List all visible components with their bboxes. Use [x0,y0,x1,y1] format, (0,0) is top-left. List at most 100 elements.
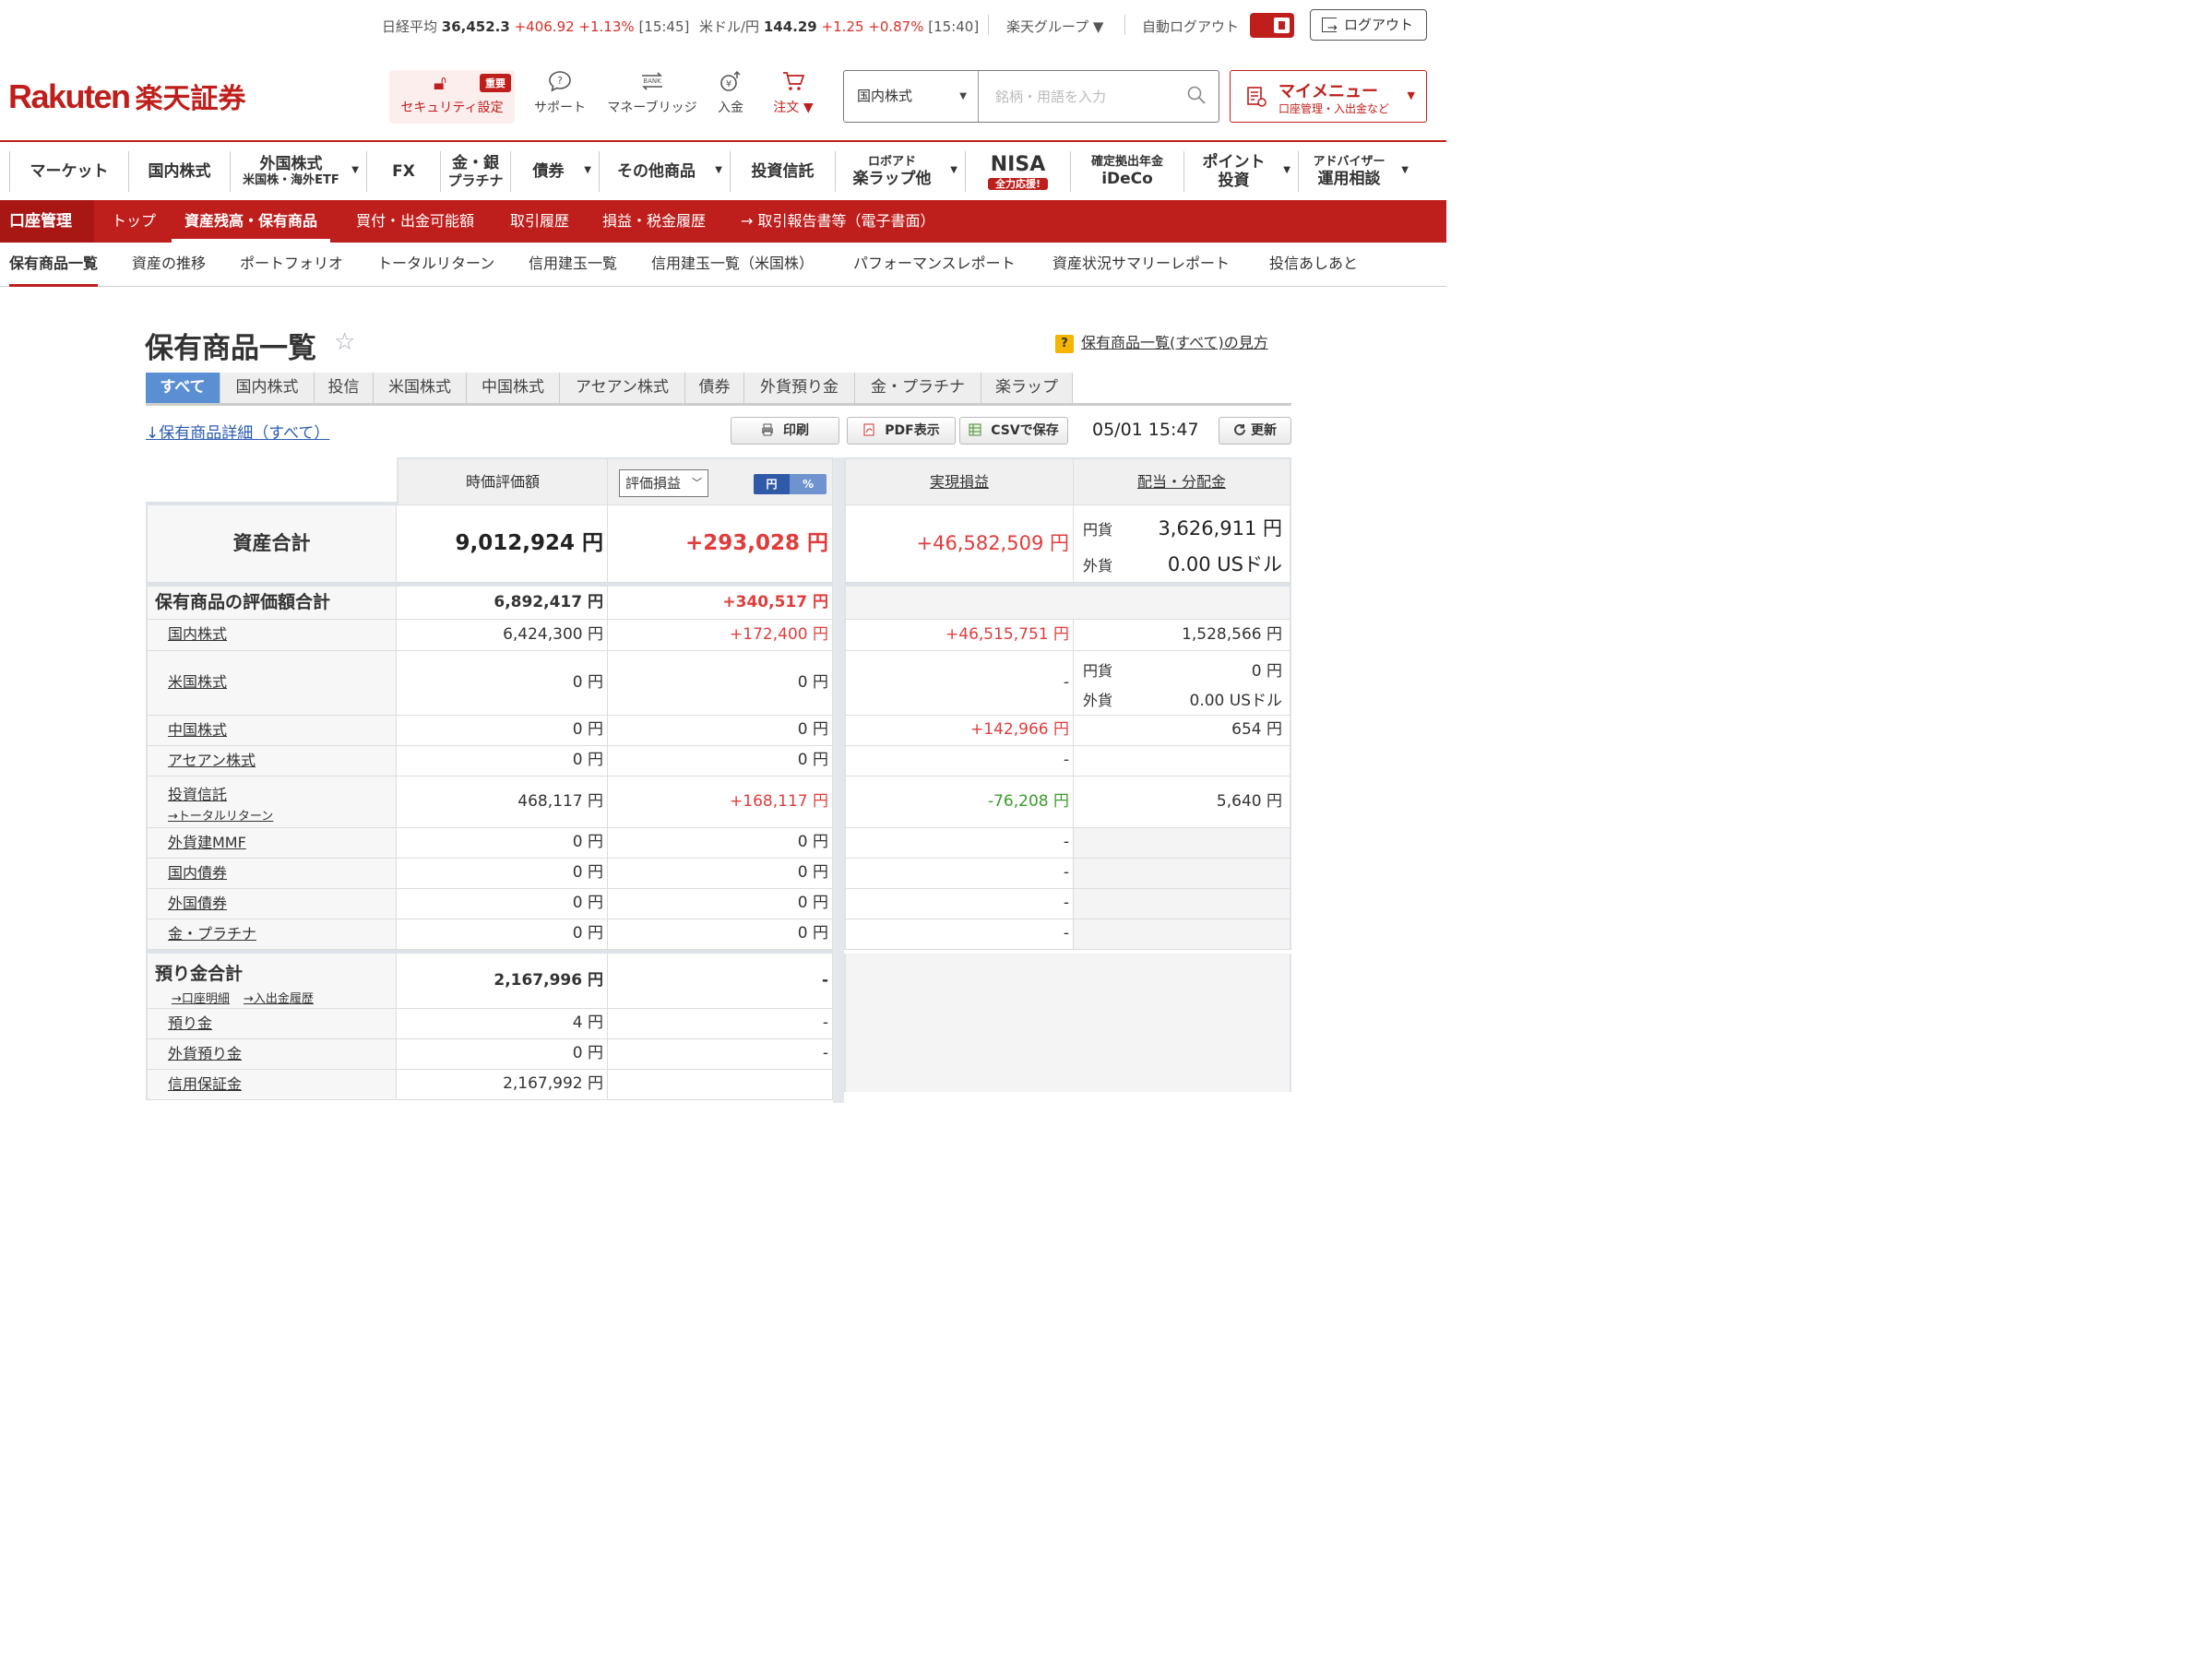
sub-tabs: 保有商品一覧 資産の推移 ポートフォリオ トータルリターン 信用建玉一覧 信用建… [0,243,1446,287]
dividend-header-link[interactable]: 配当・分配金 [1137,473,1226,491]
nav-point-investment[interactable]: ポイント 投資 ▼ [1183,151,1298,192]
total-unrealized: +293,028 円 [608,505,833,583]
tab-portfolio[interactable]: ポートフォリオ [240,243,343,287]
tab-fund-footprint[interactable]: 投信あしあと [1269,243,1358,287]
print-button[interactable]: 印刷 [731,417,839,445]
chat-help-icon: ? [528,70,592,98]
rakuten-group-menu[interactable]: 楽天グループ ▼ [1006,17,1103,36]
tab-margin-positions-us[interactable]: 信用建玉一覧（米国株） [651,243,814,287]
help-link[interactable]: ? 保有商品一覧(すべて)の見方 [1055,330,1268,353]
nav-robo-advisor[interactable]: ロボアド 楽ラップ他 ▼ [835,151,965,192]
my-menu-button[interactable]: マイメニュー 口座管理・入出金など ▼ [1230,70,1427,123]
main-navigation: マーケット 国内株式 外国株式 米国株・海外ETF ▼ FX 金・銀 プラチナ 債券 ▼… [0,140,1446,200]
favorite-star-icon[interactable]: ☆ [334,328,355,356]
nav-bonds[interactable]: 債券 ▼ [510,151,599,192]
pdf-button[interactable]: PDF表示 [847,417,956,445]
nav-nisa[interactable]: NISA 全力応援! [965,151,1070,192]
cat-tab-domestic[interactable]: 国内株式 [220,373,315,403]
cat-tab-china[interactable]: 中国株式 [467,373,560,403]
toggle-yen[interactable]: 円 [754,474,790,494]
china-unrealized: 0 円 [608,716,833,746]
cat-tab-rakuwrap[interactable]: 楽ラップ [981,373,1073,403]
redbar-trade-history[interactable]: 取引履歴 [510,200,569,243]
total-value: 9,012,924 円 [397,505,608,583]
nav-other-products[interactable]: その他商品 ▼ [599,151,730,192]
row-china-link[interactable]: 中国株式 [168,721,227,739]
tab-performance-report[interactable]: パフォーマンスレポート [853,243,1016,287]
nav-gold-silver[interactable]: 金・銀 プラチナ [440,151,510,192]
nav-domestic-stocks[interactable]: 国内株式 [128,151,230,192]
fund-total-return-link[interactable]: →トータルリターン [168,806,273,824]
nav-market[interactable]: マーケット [9,151,128,192]
foreign-bond-value: 0 円 [397,889,608,919]
us-dividend: 円貨 0 円 外貨 0.00 USドル [1074,651,1291,716]
moneybridge-button[interactable]: BANK マネーブリッジ [603,70,701,124]
asean-unrealized: 0 円 [608,746,833,777]
bank-transfer-icon: BANK [603,70,701,98]
svg-text:BANK: BANK [643,77,661,85]
row-fxmmf-link[interactable]: 外貨建MMF [168,834,246,851]
cat-tab-fx-deposit[interactable]: 外貨預り金 [744,373,855,403]
nav-investment-trust[interactable]: 投資信託 [730,151,835,192]
search-input[interactable] [981,73,1174,120]
holdings-detail-link[interactable]: ↓保有商品詳細（すべて） [146,420,329,443]
deposit-total-unrealized: - [608,954,833,1009]
nav-fx[interactable]: FX [366,151,440,192]
order-menu-button[interactable]: 注文 ▼ [766,70,821,124]
realized-pl-header-link[interactable]: 実現損益 [930,473,989,491]
row-us-link[interactable]: 米国株式 [168,673,227,691]
market-ticker-bar: 日経平均 36,452.3 +406.92 +1.13% [15:45] 米ドル… [0,0,1446,52]
auto-logout-label: 自動ログアウト [1142,18,1240,35]
auto-logout-toggle[interactable] [1250,13,1294,38]
tab-asset-history[interactable]: 資産の推移 [132,243,206,287]
tab-total-return[interactable]: トータルリターン [377,243,494,287]
redbar-trade-reports[interactable]: → 取引報告書等（電子書面） [741,200,935,243]
logout-button[interactable]: ログアウト [1310,9,1427,43]
cat-tab-bonds[interactable]: 債券 [685,373,744,403]
nav-foreign-stocks[interactable]: 外国株式 米国株・海外ETF ▼ [230,151,366,192]
deposit-button[interactable]: ¥ 入金 [710,70,751,124]
row-asean-link[interactable]: アセアン株式 [168,752,256,769]
cat-tab-all[interactable]: すべて [146,373,220,403]
last-updated-time: 05/01 15:47 [1092,420,1199,440]
support-button[interactable]: ? サポート [528,70,592,124]
cat-tab-gold[interactable]: 金・プラチナ [855,373,981,403]
cat-tab-asean[interactable]: アセアン株式 [560,373,685,403]
redbar-buying-power[interactable]: 買付・出金可能額 [356,200,474,243]
tab-holdings-list[interactable]: 保有商品一覧 [9,243,99,287]
redbar-top[interactable]: トップ [112,200,156,243]
gold-realized: - [844,919,1074,950]
toggle-percent[interactable]: % [790,474,827,494]
row-gold-link[interactable]: 金・プラチナ [168,925,256,943]
deposit-history-link[interactable]: →入出金履歴 [244,989,314,1006]
row-margin-deposit-link[interactable]: 信用保証金 [168,1075,242,1093]
row-foreign-bond-link[interactable]: 外国債券 [168,895,227,912]
tab-margin-positions[interactable]: 信用建玉一覧 [529,243,617,287]
nav-ideco[interactable]: 確定拠出年金 iDeCo [1070,151,1183,192]
account-management-bar: 口座管理 トップ 資産残高・保有商品 買付・出金可能額 取引履歴 損益・税金履歴… [0,200,1446,243]
row-fund-link[interactable]: 投資信託 [168,782,227,804]
account-statement-link[interactable]: →口座明細 [172,989,230,1006]
search-category-select[interactable]: 国内株式 [844,71,979,122]
china-dividend: 654 円 [1074,716,1291,746]
csv-button[interactable]: CSVで保存 [959,417,1068,445]
row-domestic-link[interactable]: 国内株式 [168,625,227,643]
fxmmf-value: 0 円 [397,828,608,859]
security-settings-button[interactable]: 重要 🔓︎ セキュリティ設定 [389,70,515,124]
cat-tab-us[interactable]: 米国株式 [374,373,467,403]
cat-tab-fund[interactable]: 投信 [315,373,374,403]
row-deposit-link[interactable]: 預り金 [168,1014,212,1032]
row-domestic-bond-link[interactable]: 国内債券 [168,864,227,882]
row-fx-deposit-link[interactable]: 外貨預り金 [168,1045,242,1062]
tab-asset-summary-report[interactable]: 資産状況サマリーレポート [1052,243,1230,287]
search-icon[interactable] [1187,86,1206,104]
refresh-button[interactable]: 更新 [1219,417,1291,445]
redbar-pl-tax-history[interactable]: 損益・税金履歴 [602,200,706,243]
nav-advisor[interactable]: アドバイザー 運用相談 ▼ [1298,151,1416,192]
redbar-assets-holdings[interactable]: 資産残高・保有商品 [172,200,331,243]
foreign-bond-realized: - [844,889,1074,919]
unrealized-select[interactable]: 評価損益 ﹀ [619,469,708,497]
holdings-total-unrealized: +340,517 円 [608,587,833,620]
fund-value: 468,117 円 [397,777,608,828]
domestic-value: 6,424,300 円 [397,620,608,651]
